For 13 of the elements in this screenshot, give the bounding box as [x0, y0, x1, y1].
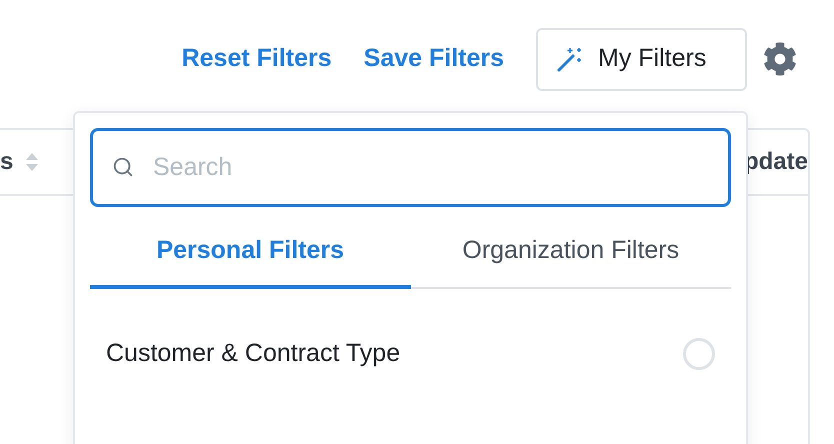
reset-filters-link[interactable]: Reset Filters [182, 40, 332, 78]
filter-tab[interactable]: Personal Filters [90, 217, 410, 289]
radio-button[interactable] [683, 338, 715, 370]
my-filters-button[interactable]: My Filters [536, 28, 747, 90]
filter-tab[interactable]: Organization Filters [410, 217, 731, 289]
search-field[interactable]: Search [90, 128, 731, 207]
settings-icon[interactable] [763, 42, 797, 76]
save-filters-link[interactable]: Save Filters [364, 40, 504, 78]
magic-wand-icon [556, 45, 584, 73]
search-icon [112, 156, 134, 178]
column-header: s [0, 147, 14, 177]
sort-icon[interactable] [25, 151, 40, 173]
filter-name[interactable]: Customer & Contract Type [106, 335, 400, 373]
